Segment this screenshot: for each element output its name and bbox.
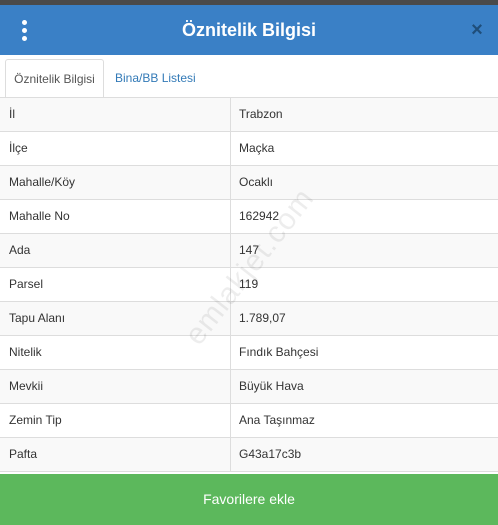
attribute-key: Tapu Alanı [0, 302, 231, 335]
table-row: Tapu Alanı 1.789,07 [0, 302, 498, 336]
attribute-value: 147 [239, 243, 260, 257]
tab-bar: Öznitelik Bilgisi Bina/BB Listesi [0, 55, 498, 99]
close-icon[interactable]: × [466, 19, 488, 41]
attribute-key: Zemin Tip [0, 404, 231, 437]
attribute-key: Pafta [0, 438, 231, 471]
table-row: Nitelik Fındık Bahçesi [0, 336, 498, 370]
attribute-value: G43a17c3b [239, 447, 302, 461]
attribute-value: 162942 [239, 209, 280, 223]
tab-oznitelik-bilgisi[interactable]: Öznitelik Bilgisi [5, 59, 104, 99]
attribute-value: Büyük Hava [239, 379, 304, 393]
attribute-key: İlçe [0, 132, 231, 165]
attribute-value: 1.789,07 [239, 311, 286, 325]
table-row: İl Trabzon [0, 98, 498, 132]
attribute-value: Ana Taşınmaz [239, 413, 315, 427]
attribute-value: Maçka [239, 141, 275, 155]
table-row: Mevkii Büyük Hava [0, 370, 498, 404]
attribute-value: 119 [239, 277, 259, 291]
table-row: Parsel 119 [0, 268, 498, 302]
table-row: Mahalle/Köy Ocaklı [0, 166, 498, 200]
attribute-key: Ada [0, 234, 231, 267]
add-favorite-button[interactable]: Favorilere ekle [0, 474, 498, 525]
attribute-value: Fındık Bahçesi [239, 345, 319, 359]
attribute-key: Parsel [0, 268, 231, 301]
table-row: Pafta G43a17c3b [0, 438, 498, 472]
tab-bina-bb-listesi[interactable]: Bina/BB Listesi [105, 59, 206, 99]
attribute-table: İl Trabzon İlçe Maçka Mahalle/Köy Ocaklı… [0, 97, 498, 472]
table-row: Ada 147 [0, 234, 498, 268]
table-row: Mahalle No 162942 [0, 200, 498, 234]
attribute-key: İl [0, 98, 231, 131]
table-row: İlçe Maçka [0, 132, 498, 166]
table-row: Zemin Tip Ana Taşınmaz [0, 404, 498, 438]
attribute-value: Trabzon [239, 107, 283, 121]
attribute-key: Mahalle/Köy [0, 166, 231, 199]
modal-header: Öznitelik Bilgisi × [0, 5, 498, 55]
attribute-key: Mahalle No [0, 200, 231, 233]
attribute-key: Nitelik [0, 336, 231, 369]
attribute-key: Mevkii [0, 370, 231, 403]
modal-title: Öznitelik Bilgisi [181, 20, 317, 40]
attribute-value: Ocaklı [239, 175, 274, 189]
